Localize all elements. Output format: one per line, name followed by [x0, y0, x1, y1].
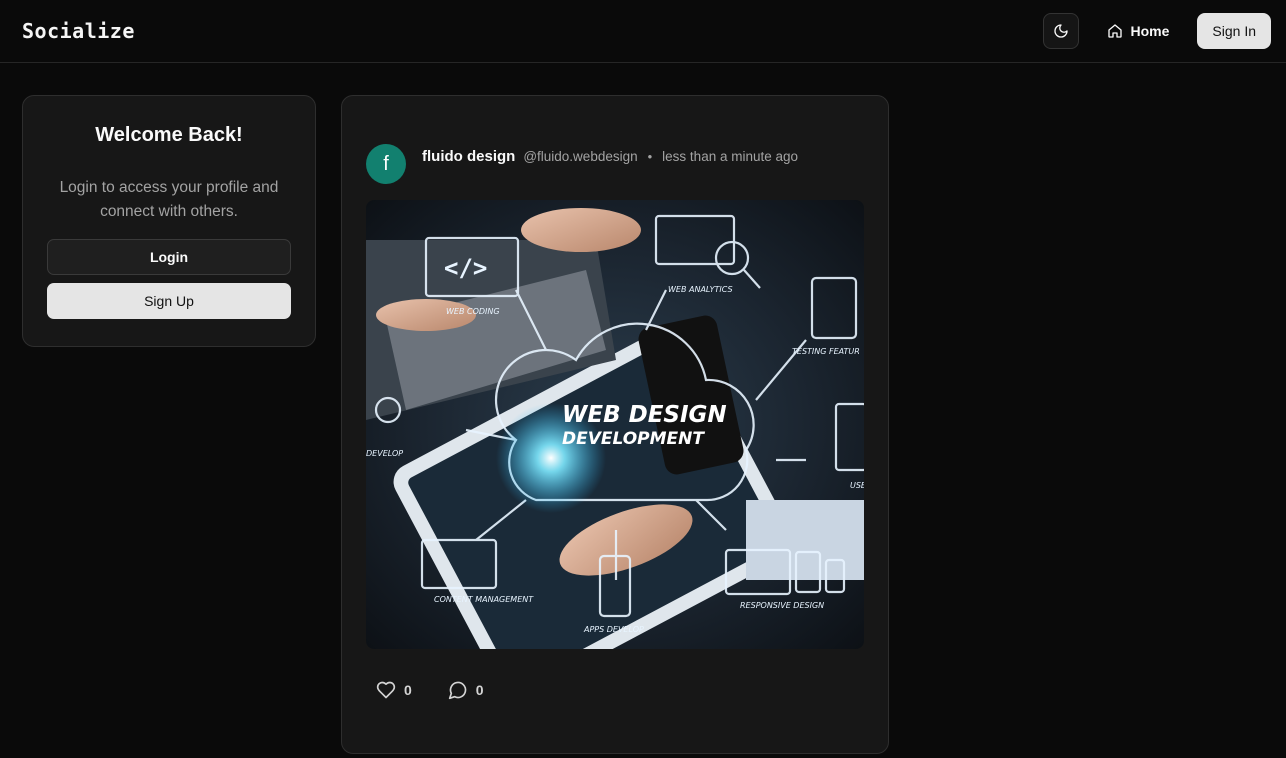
heart-icon — [376, 681, 396, 699]
login-button[interactable]: Login — [47, 239, 291, 275]
post-timestamp: less than a minute ago — [662, 149, 799, 164]
sign-up-button[interactable]: Sign Up — [47, 283, 291, 319]
comment-count: 0 — [475, 682, 484, 698]
home-link[interactable]: Home — [1095, 13, 1182, 49]
post-card: f fluido design @fluido.webdesign • less… — [341, 95, 889, 754]
image-label: TESTING FEATUR — [792, 347, 860, 356]
sign-in-button[interactable]: Sign In — [1197, 13, 1271, 49]
home-icon — [1107, 24, 1122, 38]
post-header: f fluido design @fluido.webdesign • less… — [366, 144, 798, 184]
svg-text:</>: </> — [444, 254, 487, 282]
theme-toggle-button[interactable] — [1042, 13, 1079, 49]
post-actions: 0 0 — [376, 680, 520, 700]
welcome-title: Welcome Back! — [95, 124, 243, 146]
image-label: WEB CODING — [446, 307, 500, 316]
comment-button[interactable]: 0 — [448, 680, 484, 700]
nav-actions: Home Sign In — [1042, 13, 1271, 49]
meta-separator: • — [647, 149, 653, 164]
welcome-card: Welcome Back! Login to access your profi… — [22, 95, 316, 347]
like-button[interactable]: 0 — [376, 680, 412, 700]
post-image[interactable]: </> WEB DESIGN DEVELOPMENT WEB CODING WE… — [366, 200, 864, 649]
image-label: DEVELOP — [366, 449, 403, 458]
image-headline-2: DEVELOPMENT — [562, 429, 705, 449]
top-navbar: Socialize Home Sign In — [0, 0, 1286, 63]
like-count: 0 — [404, 682, 412, 698]
post-author[interactable]: fluido design — [422, 148, 515, 165]
welcome-subtitle: Login to access your profile and connect… — [59, 179, 279, 220]
image-label: WEB ANALYTICS — [668, 285, 733, 294]
avatar[interactable]: f — [366, 144, 406, 184]
image-label: APPS DEVELOP — [583, 625, 644, 634]
image-label: USE — [850, 481, 864, 490]
post-meta: fluido design @fluido.webdesign • less t… — [422, 148, 798, 165]
brand-logo[interactable]: Socialize — [22, 19, 135, 43]
post-handle: @fluido.webdesign — [523, 149, 638, 164]
image-label: CONTENT MANAGEMENT — [434, 595, 534, 604]
image-label: RESPONSIVE DESIGN — [740, 601, 824, 610]
comment-icon — [448, 681, 467, 700]
moon-icon — [1053, 24, 1068, 38]
image-headline-1: WEB DESIGN — [562, 402, 727, 428]
web-design-illustration: </> WEB DESIGN DEVELOPMENT WEB CODING WE… — [366, 200, 864, 649]
home-label: Home — [1130, 23, 1170, 39]
